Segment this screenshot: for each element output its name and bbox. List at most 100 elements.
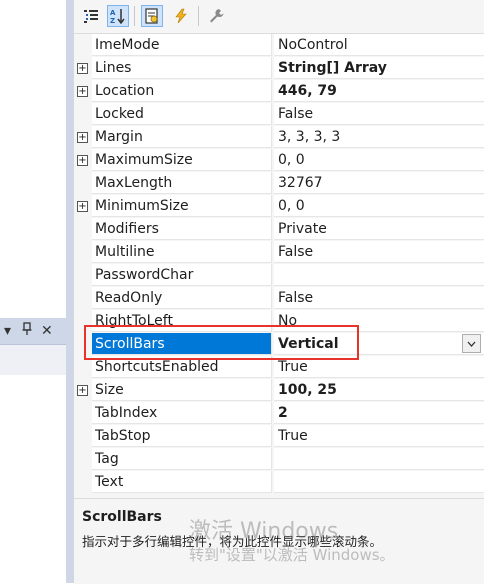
row-gutter — [74, 402, 92, 425]
property-value[interactable]: 32767 — [274, 172, 484, 194]
property-value[interactable]: String[] Array — [274, 57, 484, 79]
row-gutter: + — [74, 80, 92, 103]
pin-icon[interactable] — [22, 322, 32, 341]
property-value[interactable]: False — [274, 103, 484, 125]
row-gutter — [74, 471, 92, 494]
property-name[interactable]: ShortcutsEnabled — [92, 356, 272, 378]
row-gutter: + — [74, 149, 92, 172]
panel-splitter[interactable] — [66, 0, 74, 583]
property-name[interactable]: ImeMode — [92, 34, 272, 56]
svg-text:A: A — [110, 9, 116, 17]
row-gutter — [74, 172, 92, 195]
property-grid-toolbar: A Z — [74, 0, 484, 34]
row-gutter — [74, 356, 92, 379]
row-gutter — [74, 241, 92, 264]
toolbar-separator — [134, 6, 135, 26]
property-name[interactable]: Locked — [92, 103, 272, 125]
property-value[interactable]: 0, 0 — [274, 195, 484, 217]
property-row-passwordchar[interactable]: PasswordChar — [74, 264, 484, 287]
property-row-minimumsize[interactable]: + MinimumSize 0, 0 — [74, 195, 484, 218]
property-row-size[interactable]: + Size 100, 25 — [74, 379, 484, 402]
property-value[interactable]: NoControl — [274, 34, 484, 56]
property-value[interactable]: No — [274, 310, 484, 332]
property-row-readonly[interactable]: ReadOnly False — [74, 287, 484, 310]
property-name[interactable]: Size — [92, 379, 272, 401]
property-name[interactable]: Location — [92, 80, 272, 102]
row-gutter — [74, 310, 92, 333]
property-name[interactable]: Multiline — [92, 241, 272, 263]
property-row-maximumsize[interactable]: + MaximumSize 0, 0 — [74, 149, 484, 172]
property-value[interactable]: 2 — [274, 402, 484, 424]
property-name[interactable]: Margin — [92, 126, 272, 148]
expand-plus-icon[interactable]: + — [77, 132, 88, 143]
property-value[interactable]: True — [274, 425, 484, 447]
expand-plus-icon[interactable]: + — [77, 155, 88, 166]
property-value[interactable]: 446, 79 — [274, 80, 484, 102]
row-gutter: + — [74, 379, 92, 402]
properties-icon[interactable] — [141, 5, 163, 27]
row-gutter — [74, 218, 92, 241]
property-value[interactable]: Private — [274, 218, 484, 240]
left-panel-content — [0, 345, 66, 375]
events-lightning-icon[interactable] — [170, 5, 192, 27]
property-row-tabstop[interactable]: TabStop True — [74, 425, 484, 448]
property-value[interactable]: 100, 25 — [274, 379, 484, 401]
property-value[interactable]: False — [274, 287, 484, 309]
property-row-tag[interactable]: Tag — [74, 448, 484, 471]
expand-plus-icon[interactable]: + — [77, 385, 88, 396]
property-name[interactable]: Tag — [92, 448, 272, 470]
property-row-scrollbars[interactable]: ScrollBars Vertical — [74, 333, 484, 356]
toolbar-separator — [198, 6, 199, 26]
chevron-down-icon[interactable] — [462, 334, 481, 353]
alphabetical-sort-icon[interactable]: A Z — [107, 5, 129, 27]
property-name[interactable]: RightToLeft — [92, 310, 272, 332]
property-row-maxlength[interactable]: MaxLength 32767 — [74, 172, 484, 195]
property-value[interactable] — [274, 471, 484, 493]
property-name[interactable]: TabIndex — [92, 402, 272, 424]
expand-plus-icon[interactable]: + — [77, 86, 88, 97]
property-row-righttoleft[interactable]: RightToLeft No — [74, 310, 484, 333]
property-value[interactable] — [274, 264, 484, 286]
property-row-tabindex[interactable]: TabIndex 2 — [74, 402, 484, 425]
property-name[interactable]: MaxLength — [92, 172, 272, 194]
property-name[interactable]: TabStop — [92, 425, 272, 447]
property-value[interactable]: False — [274, 241, 484, 263]
property-name[interactable]: Lines — [92, 57, 272, 79]
row-gutter: + — [74, 126, 92, 149]
row-gutter — [74, 333, 92, 356]
property-name[interactable]: ScrollBars — [92, 333, 272, 355]
property-value[interactable]: 3, 3, 3, 3 — [274, 126, 484, 148]
property-row-modifiers[interactable]: Modifiers Private — [74, 218, 484, 241]
left-docked-panel: ▾ ✕ — [0, 0, 66, 583]
property-name[interactable]: Text — [92, 471, 272, 493]
property-row-shortcutsenabled[interactable]: ShortcutsEnabled True — [74, 356, 484, 379]
property-name[interactable]: Modifiers — [92, 218, 272, 240]
property-row-location[interactable]: + Location 446, 79 — [74, 80, 484, 103]
property-row-text[interactable]: Text — [74, 471, 484, 494]
row-gutter — [74, 287, 92, 310]
property-row-locked[interactable]: Locked False — [74, 103, 484, 126]
description-title: ScrollBars — [82, 509, 162, 525]
property-pages-wrench-icon[interactable] — [205, 5, 227, 27]
property-row-lines[interactable]: + Lines String[] Array — [74, 57, 484, 80]
expand-plus-icon[interactable]: + — [77, 201, 88, 212]
close-icon[interactable]: ✕ — [41, 322, 53, 340]
property-name[interactable]: PasswordChar — [92, 264, 272, 286]
row-gutter: + — [74, 57, 92, 80]
property-name[interactable]: MaximumSize — [92, 149, 272, 171]
activation-watermark-title: 激活 Windows — [189, 519, 339, 544]
property-row-multiline[interactable]: Multiline False — [74, 241, 484, 264]
property-value[interactable] — [274, 448, 484, 470]
description-pane: ScrollBars 指示对于多行编辑控件，将为此控件显示哪些滚动条。 激活 W… — [74, 498, 484, 584]
categorized-view-icon[interactable] — [80, 5, 102, 27]
property-name[interactable]: MinimumSize — [92, 195, 272, 217]
property-value[interactable]: Vertical — [274, 333, 484, 355]
svg-text:Z: Z — [110, 17, 115, 24]
property-name[interactable]: ReadOnly — [92, 287, 272, 309]
property-value[interactable]: True — [274, 356, 484, 378]
property-row-margin[interactable]: + Margin 3, 3, 3, 3 — [74, 126, 484, 149]
property-value[interactable]: 0, 0 — [274, 149, 484, 171]
property-row-imemode[interactable]: ImeMode NoControl — [74, 34, 484, 57]
expand-plus-icon[interactable]: + — [77, 63, 88, 74]
panel-dropdown-icon[interactable]: ▾ — [4, 322, 11, 340]
